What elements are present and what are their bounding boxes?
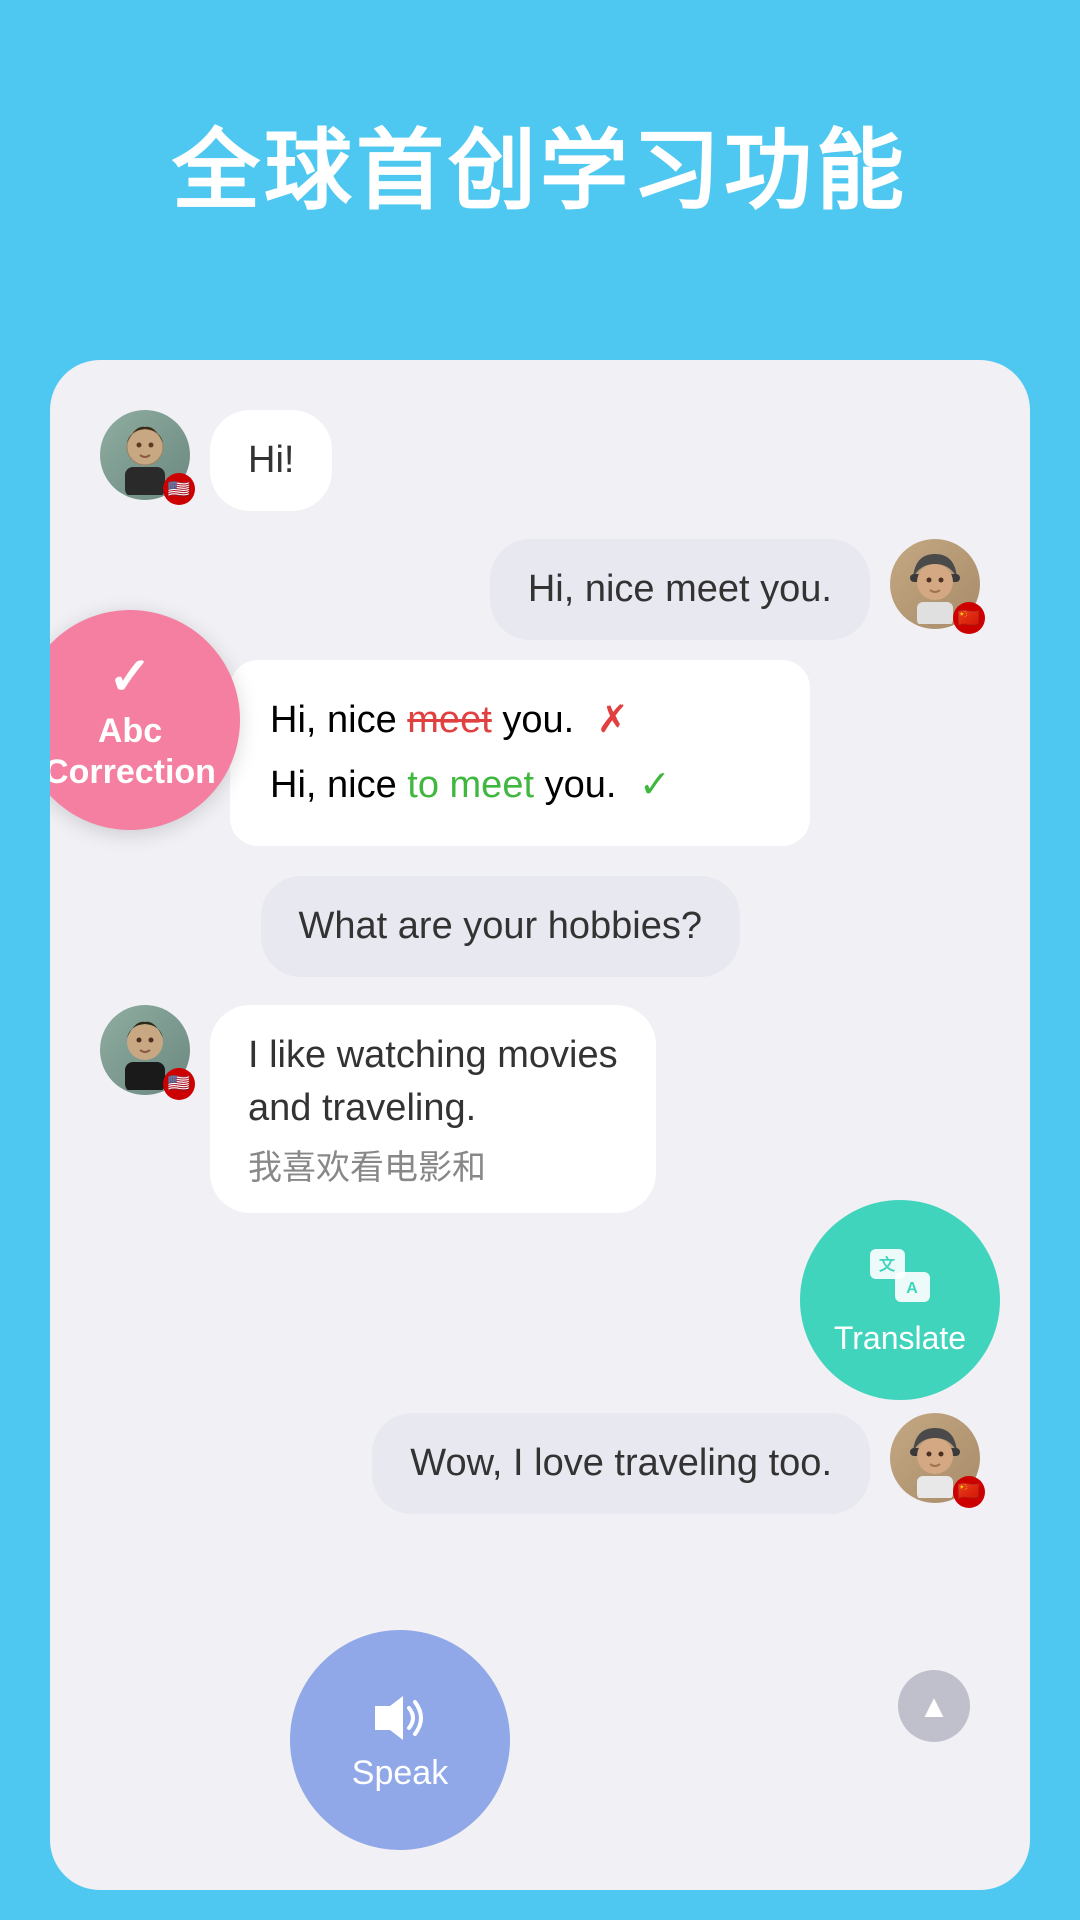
avatar-male-1: 🇺🇸 (100, 410, 190, 500)
wrong-word: meet (407, 699, 491, 741)
message-text-1: Hi! (248, 439, 294, 481)
abc-correction-badge: ✓ AbcCorrection (50, 610, 240, 830)
wrong-mark: ✗ (597, 699, 629, 741)
chat-row: What are your hobbies? (100, 876, 980, 977)
correction-wrong-line: Hi, nice meet you. ✗ (270, 688, 770, 753)
correct-word: to meet (407, 764, 534, 806)
message-bubble-6: Wow, I love traveling too. (372, 1413, 870, 1514)
scroll-up-button[interactable]: ▲ (898, 1670, 970, 1742)
chat-row: 🇺🇸 Hi! (100, 410, 980, 511)
message-text-6: Wow, I love traveling too. (410, 1442, 832, 1484)
avatar-female-1: 🇨🇳 (890, 539, 980, 629)
message-text-2: Hi, nice meet you. (528, 568, 832, 610)
speaker-icon (365, 1688, 435, 1748)
flag-usa-1: 🇺🇸 (163, 473, 195, 505)
correction-correct-line: Hi, nice to meet you. ✓ (270, 753, 770, 818)
chat-row: 🇨🇳 Wow, I love traveling too. (100, 1413, 980, 1514)
svg-text:文: 文 (879, 1255, 896, 1274)
correction-label: AbcCorrection (50, 711, 216, 793)
message-text-4: What are your hobbies? (299, 905, 702, 947)
message-subtext-5: 我喜欢看电影和 (248, 1145, 618, 1193)
translate-label: Translate (834, 1320, 966, 1357)
message-bubble-4: What are your hobbies? (261, 876, 740, 977)
chat-row: 🇺🇸 I like watching moviesand traveling. … (100, 1005, 980, 1213)
avatar-female-2: 🇨🇳 (890, 1413, 980, 1503)
translate-icon: 文 A (865, 1244, 935, 1314)
chat-row: 🇨🇳 Hi, nice meet you. (100, 539, 980, 640)
header: 全球首创学习功能 (0, 0, 1080, 227)
message-bubble-1: Hi! (210, 410, 332, 511)
message-text-5: I like watching moviesand traveling. (248, 1029, 618, 1135)
svg-text:A: A (906, 1280, 918, 1297)
speak-button[interactable]: Speak (290, 1630, 510, 1850)
correction-checkmark: ✓ (108, 647, 152, 707)
avatar-male-2: 🇺🇸 (100, 1005, 190, 1095)
correction-box: Hi, nice meet you. ✗ Hi, nice to meet yo… (230, 660, 810, 845)
page-title: 全球首创学习功能 (0, 0, 1080, 227)
chat-panel: ✓ AbcCorrection 🇺🇸 (50, 360, 1030, 1890)
message-bubble-5: I like watching moviesand traveling. 我喜欢… (210, 1005, 656, 1213)
translate-button[interactable]: 文 A Translate (800, 1200, 1000, 1400)
message-bubble-2: Hi, nice meet you. (490, 539, 870, 640)
flag-china-1: 🇨🇳 (953, 602, 985, 634)
flag-china-2: 🇨🇳 (953, 1476, 985, 1508)
flag-usa-2: 🇺🇸 (163, 1068, 195, 1100)
speak-label: Speak (352, 1754, 448, 1793)
correct-mark: ✓ (639, 764, 671, 806)
